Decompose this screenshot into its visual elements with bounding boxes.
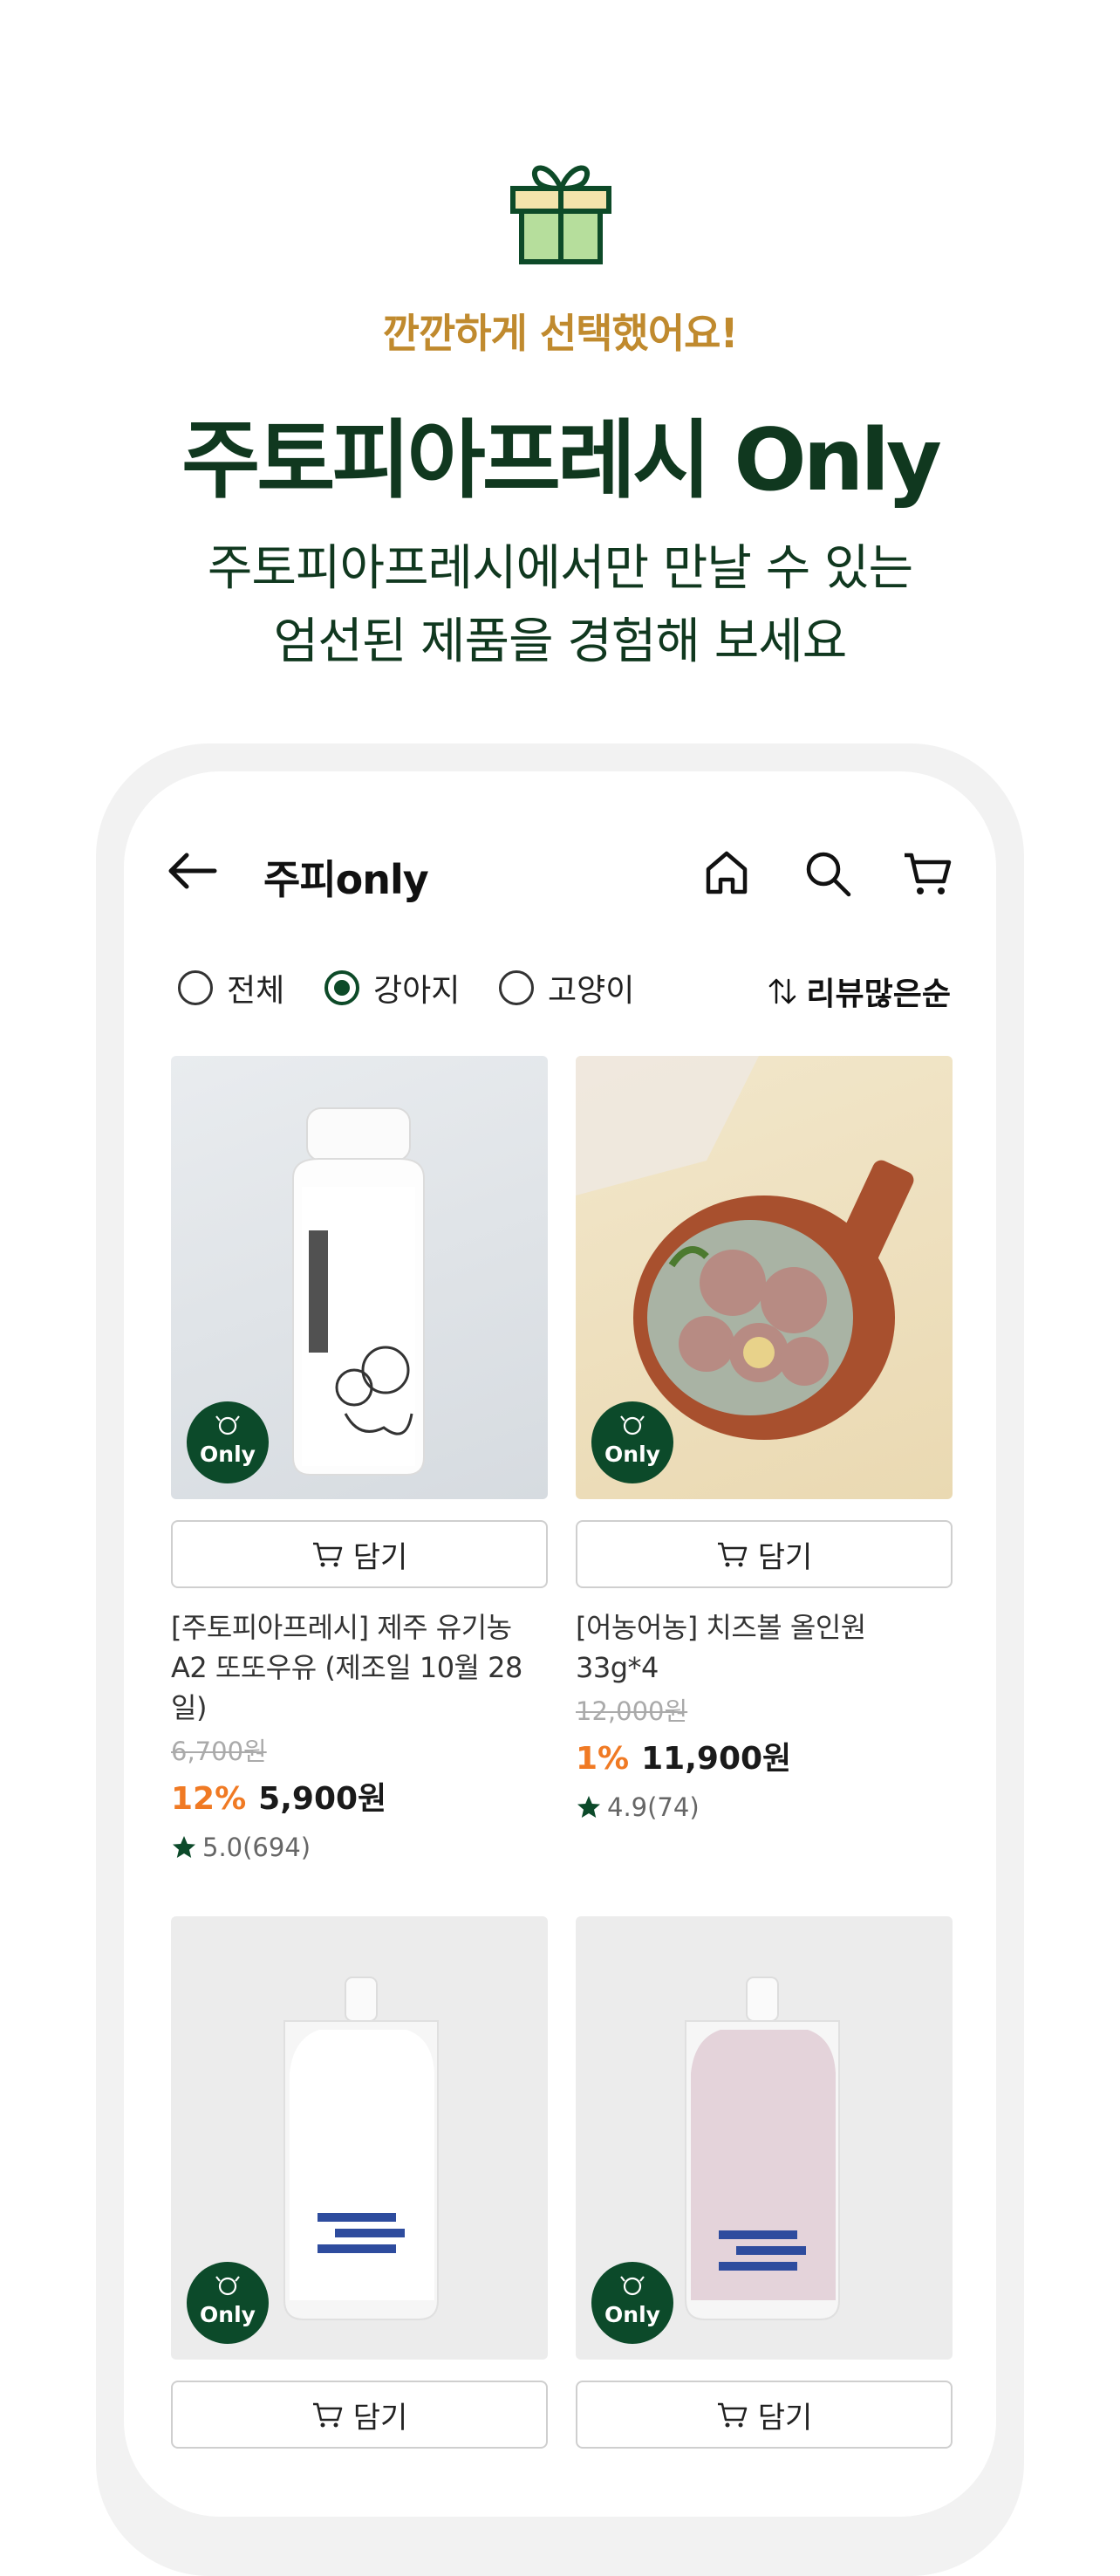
phone-screen: 주피only 전체 강아지 고양이 리뷰많은순 Only 담기 [주토피아프레시… xyxy=(124,771,996,2517)
only-badge-label: Only xyxy=(200,2302,256,2327)
product-rating: 4.9(74) xyxy=(576,1792,953,1822)
hero-subtext: 주토피아프레시에서만 만날 수 있는 엄선된 제품을 경험해 보세요 xyxy=(0,532,1120,679)
only-badge-label: Only xyxy=(604,1442,660,1467)
cart-icon xyxy=(312,1542,342,1567)
add-to-cart-label: 담기 xyxy=(757,1539,813,1575)
radio-cat[interactable] xyxy=(499,970,534,1005)
only-badge: Only xyxy=(591,2262,673,2344)
add-to-cart-button[interactable]: 담기 xyxy=(576,1520,953,1588)
discount-rate: 1% xyxy=(576,1741,630,1777)
add-to-cart-button[interactable]: 담기 xyxy=(576,2381,953,2449)
product-card[interactable]: Only 담기 xyxy=(171,1916,548,2449)
only-badge: Only xyxy=(187,2262,269,2344)
only-badge: Only xyxy=(187,1401,269,1483)
page-headline: 주토피아프레시 Only xyxy=(181,411,942,510)
star-icon xyxy=(577,1796,600,1818)
rating-text: 4.9(74) xyxy=(607,1792,700,1822)
add-to-cart-label: 담기 xyxy=(352,1539,408,1575)
original-price: 12,000원 xyxy=(576,1696,688,1726)
cart-icon xyxy=(312,2402,342,2428)
sale-price: 11,900원 xyxy=(641,1741,792,1777)
sale-price: 5,900원 xyxy=(258,1781,387,1817)
price-row: 12% 5,900원 xyxy=(171,1773,548,1819)
cart-icon xyxy=(717,1542,747,1567)
star-icon xyxy=(173,1836,195,1858)
discount-rate: 12% xyxy=(171,1781,247,1817)
product-image[interactable]: Only xyxy=(576,1916,953,2360)
filter-bar: 전체 강아지 고양이 리뷰많은순 xyxy=(124,956,996,1017)
dog-face-icon xyxy=(620,2276,645,2296)
home-icon[interactable] xyxy=(701,848,752,899)
dog-face-icon xyxy=(620,1415,645,1435)
add-to-cart-button[interactable]: 담기 xyxy=(171,1520,548,1588)
cart-icon xyxy=(717,2402,747,2428)
hero-subtext-line2: 엄선된 제품을 경험해 보세요 xyxy=(273,613,848,670)
filter-dog-label: 강아지 xyxy=(373,973,461,1009)
original-price: 6,700원 xyxy=(171,1737,267,1766)
price-row: 1% 11,900원 xyxy=(576,1733,953,1778)
app-bar: 주피only xyxy=(124,771,996,911)
app-title: 주피only xyxy=(263,856,429,903)
search-icon[interactable] xyxy=(802,848,853,899)
dog-face-icon xyxy=(215,2276,240,2296)
back-arrow-icon[interactable] xyxy=(166,852,218,890)
only-badge: Only xyxy=(591,1401,673,1483)
product-image[interactable]: Only xyxy=(576,1056,953,1499)
rating-text: 5.0(694) xyxy=(202,1833,311,1862)
product-image[interactable]: Only xyxy=(171,1056,548,1499)
radio-dog[interactable] xyxy=(324,970,359,1005)
add-to-cart-label: 담기 xyxy=(352,2400,408,2436)
only-badge-label: Only xyxy=(604,2302,660,2327)
cart-icon[interactable] xyxy=(902,848,953,899)
sort-button[interactable]: 리뷰많은순 xyxy=(768,969,951,1014)
radio-all[interactable] xyxy=(178,970,213,1005)
product-image[interactable]: Only xyxy=(171,1916,548,2360)
add-to-cart-button[interactable]: 담기 xyxy=(171,2381,548,2449)
sort-icon xyxy=(769,978,796,1004)
dog-face-icon xyxy=(215,1415,240,1435)
filter-all-label: 전체 xyxy=(227,973,285,1009)
filter-cat[interactable]: 고양이 xyxy=(499,965,634,1011)
product-card[interactable]: Only 담기 [어농어농] 치즈볼 올인원 33g*4 12,000원 1% 1… xyxy=(576,1056,953,1822)
hero-subtext-line1: 주토피아프레시에서만 만날 수 있는 xyxy=(207,540,913,597)
gift-icon xyxy=(510,165,611,264)
product-name[interactable]: [어농어농] 치즈볼 올인원 33g*4 xyxy=(576,1607,953,1688)
filter-dog[interactable]: 강아지 xyxy=(324,965,460,1011)
product-card[interactable]: Only 담기 xyxy=(576,1916,953,2449)
sort-label: 리뷰많은순 xyxy=(806,976,951,1012)
filter-cat-label: 고양이 xyxy=(548,973,635,1009)
product-rating: 5.0(694) xyxy=(171,1833,548,1862)
product-name[interactable]: [주토피아프레시] 제주 유기농 A2 또또우유 (제조일 10월 28일) xyxy=(171,1607,548,1728)
eyebrow-text: 깐깐하게 선택했어요! xyxy=(382,310,739,357)
filter-all[interactable]: 전체 xyxy=(178,965,284,1011)
product-card[interactable]: Only 담기 [주토피아프레시] 제주 유기농 A2 또또우유 (제조일 10… xyxy=(171,1056,548,1862)
only-badge-label: Only xyxy=(200,1442,256,1467)
add-to-cart-label: 담기 xyxy=(757,2400,813,2436)
